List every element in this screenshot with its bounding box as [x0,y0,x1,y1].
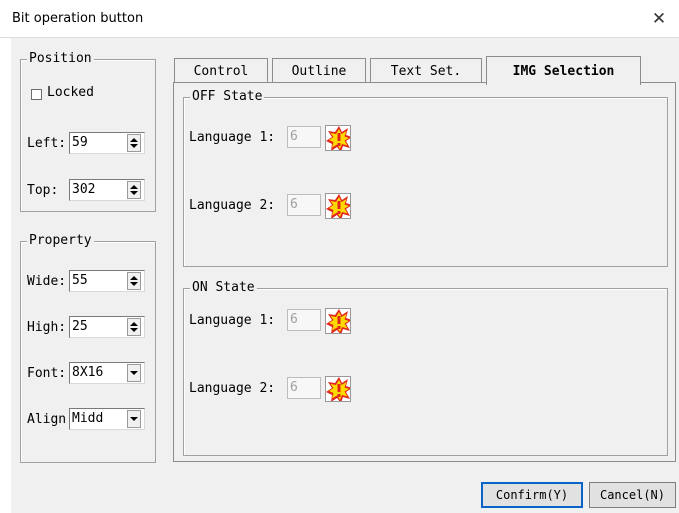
wide-label: Wide: [27,274,67,289]
warning-image-icon [326,194,350,218]
tab-img-selection[interactable]: IMG Selection [486,56,641,85]
off-lang2-input[interactable]: 6 [287,194,321,216]
spin-up-icon [130,322,138,326]
off-lang1-value: 6 [290,129,298,144]
align-dropdown-button[interactable] [127,410,141,428]
title-bar: Bit operation button ✕ [0,0,679,38]
top-spinner[interactable] [127,181,141,199]
font-dropdown-button[interactable] [127,364,141,382]
window-left-border [0,38,11,513]
on-lang1-input[interactable]: 6 [287,309,321,331]
wide-spinner[interactable] [127,272,141,290]
off-state-group: OFF State Language 1: 6 Language 2: 6 [183,89,668,267]
on-lang2-value: 6 [290,380,298,395]
property-group: Property Wide: 55 High: 25 Font: 8X16 Al… [20,233,156,463]
confirm-label: Confirm(Y) [495,488,569,502]
position-group: Position Locked Left: 59 Top: 302 [20,51,156,212]
cancel-label: Cancel(N) [599,488,666,502]
off-lang2-image-button[interactable] [325,193,351,219]
on-lang1-value: 6 [290,312,298,327]
wide-value: 55 [72,273,88,288]
close-icon: ✕ [651,9,667,29]
on-lang2-image-button[interactable] [325,376,351,402]
close-button[interactable]: ✕ [639,0,679,38]
warning-image-icon [326,309,350,333]
font-label: Font: [27,366,67,381]
left-spinner[interactable] [127,134,141,152]
off-lang1-image-button[interactable] [325,125,351,151]
chevron-down-icon [130,417,138,421]
tab-control[interactable]: Control [174,58,268,83]
high-label: High: [27,320,67,335]
tab-label: IMG Selection [512,63,615,79]
on-lang2-input[interactable]: 6 [287,377,321,399]
align-value: Midd [72,411,104,426]
on-lang2-label: Language 2: [189,381,276,396]
warning-image-icon [326,377,350,401]
left-value: 59 [72,135,88,150]
on-state-group: ON State Language 1: 6 Language 2: 6 [183,280,668,456]
dialog-client-area: Position Locked Left: 59 Top: 302 Proper… [11,38,679,513]
img-selection-panel: OFF State Language 1: 6 Language 2: 6 ON… [173,82,676,462]
confirm-button[interactable]: Confirm(Y) [481,482,583,508]
position-legend: Position [27,51,94,66]
on-lang1-label: Language 1: [189,313,276,328]
off-lang1-label: Language 1: [189,130,276,145]
tab-label: Text Set. [390,63,462,79]
spin-down-icon [130,191,138,195]
top-label: Top: [27,183,59,198]
property-legend: Property [27,233,94,248]
spin-up-icon [130,276,138,280]
off-lang2-label: Language 2: [189,198,276,213]
off-lang1-input[interactable]: 6 [287,126,321,148]
tab-text-set[interactable]: Text Set. [370,58,482,83]
left-label: Left: [27,136,67,151]
spin-up-icon [130,185,138,189]
spin-down-icon [130,144,138,148]
locked-label: Locked [47,85,94,100]
tab-label: Control [193,63,249,79]
high-value: 25 [72,319,88,334]
spin-up-icon [130,138,138,142]
off-lang2-value: 6 [290,197,298,212]
spin-down-icon [130,282,138,286]
high-spinner[interactable] [127,318,141,336]
chevron-down-icon [130,371,138,375]
font-value: 8X16 [72,365,104,380]
off-state-legend: OFF State [190,89,265,104]
top-value: 302 [72,182,96,197]
tab-outline[interactable]: Outline [272,58,366,83]
align-label: Align [27,412,67,427]
on-lang1-image-button[interactable] [325,308,351,334]
locked-checkbox[interactable] [31,89,42,100]
warning-image-icon [326,126,350,150]
spin-down-icon [130,328,138,332]
on-state-legend: ON State [190,280,257,295]
cancel-button[interactable]: Cancel(N) [589,482,676,508]
window-title: Bit operation button [12,11,144,26]
tab-label: Outline [291,63,347,79]
